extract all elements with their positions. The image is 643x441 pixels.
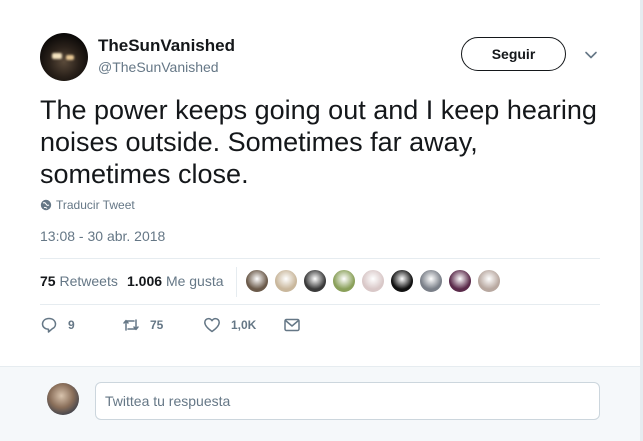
likes-count: 1.006 [127, 273, 163, 289]
retweets-count: 75 [40, 273, 56, 289]
tweet-card: TheSunVanished @TheSunVanished Seguir Th… [0, 0, 643, 366]
reply-count: 9 [68, 318, 75, 332]
liker-avatar[interactable] [390, 269, 414, 293]
liker-avatar[interactable] [332, 269, 356, 293]
liker-avatar[interactable] [448, 269, 472, 293]
stats-divider [236, 267, 237, 297]
follow-button[interactable]: Seguir [461, 37, 566, 71]
caret-down-icon[interactable] [584, 48, 598, 62]
liker-avatar[interactable] [245, 269, 269, 293]
author-handle[interactable]: @TheSunVanished [98, 59, 219, 75]
liker-avatar[interactable] [303, 269, 327, 293]
globe-icon [40, 199, 52, 211]
retweet-button[interactable]: 75 [122, 316, 163, 334]
likes-stat[interactable]: 1.006 Me gusta [127, 273, 224, 289]
tweet-text: The power keeps going out and I keep hea… [40, 95, 597, 189]
translate-tweet-link[interactable]: Traducir Tweet [40, 198, 135, 212]
tweet-stats: 75 Retweets 1.006 Me gusta [40, 258, 600, 305]
likes-label: Me gusta [165, 273, 224, 289]
retweet-icon [123, 319, 139, 331]
author-avatar[interactable] [40, 33, 88, 81]
liker-avatar[interactable] [477, 269, 501, 293]
liker-avatar[interactable] [361, 269, 385, 293]
current-user-avatar[interactable] [47, 383, 79, 415]
liker-avatar[interactable] [419, 269, 443, 293]
reply-input[interactable] [95, 382, 600, 420]
reply-button[interactable]: 9 [40, 316, 75, 334]
author-name[interactable]: TheSunVanished [98, 36, 235, 56]
liker-avatar[interactable] [274, 269, 298, 293]
tweet-actions: 9 75 1,0K [40, 316, 340, 340]
like-count: 1,0K [231, 318, 257, 332]
heart-icon [204, 317, 220, 333]
translate-label[interactable]: Traducir Tweet [56, 198, 135, 212]
direct-message-button[interactable] [283, 316, 301, 334]
reply-icon [41, 317, 57, 333]
retweet-count: 75 [150, 318, 164, 332]
retweets-stat[interactable]: 75 Retweets [40, 273, 118, 289]
like-button[interactable]: 1,0K [203, 316, 256, 334]
retweets-label: Retweets [59, 273, 118, 289]
tweet-timestamp[interactable]: 13:08 - 30 abr. 2018 [40, 228, 165, 244]
direct-message-icon [284, 318, 300, 332]
